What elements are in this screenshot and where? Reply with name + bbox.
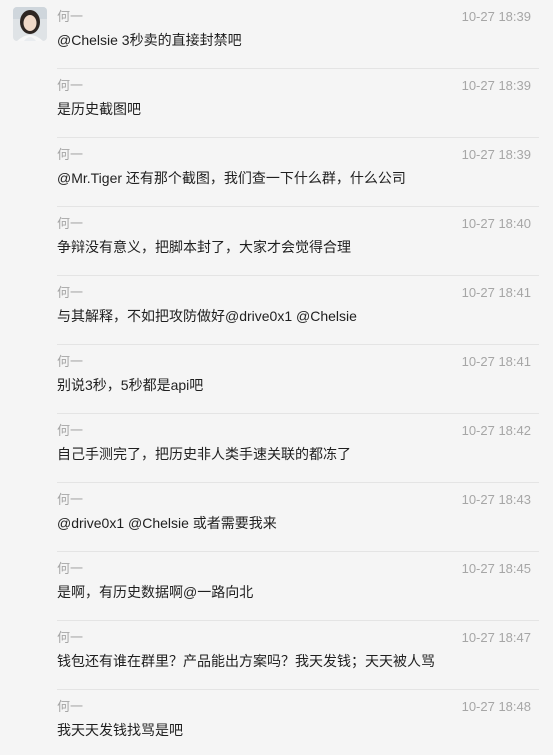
- message-text: 别说3秒，5秒都是api吧: [57, 377, 204, 393]
- message-item[interactable]: 何一 10-27 18:39 @Chelsie 3秒卖的直接封禁吧: [0, 0, 553, 69]
- message-text: @Mr.Tiger 还有那个截图，我们查一下什么群，什么公司: [57, 170, 406, 186]
- avatar[interactable]: [13, 7, 47, 41]
- message-item[interactable]: 何一 10-27 18:39 @Mr.Tiger 还有那个截图，我们查一下什么群…: [0, 138, 553, 207]
- message-text: 自己手测完了，把历史非人类手速关联的都冻了: [57, 446, 351, 462]
- message-timestamp: 10-27 18:43: [461, 492, 531, 507]
- message-timestamp: 10-27 18:41: [461, 285, 531, 300]
- message-timestamp: 10-27 18:40: [461, 216, 531, 231]
- chat-history: 何一 10-27 18:39 @Chelsie 3秒卖的直接封禁吧 何一 10-…: [0, 0, 553, 755]
- message-timestamp: 10-27 18:45: [461, 561, 531, 576]
- message-timestamp: 10-27 18:39: [461, 78, 531, 93]
- sender-name[interactable]: 何一: [57, 78, 83, 94]
- message-text: @Chelsie 3秒卖的直接封禁吧: [57, 32, 242, 48]
- message-text: 我天天发钱找骂是吧: [57, 722, 183, 738]
- message-item[interactable]: 何一 10-27 18:41 别说3秒，5秒都是api吧: [0, 345, 553, 414]
- sender-name[interactable]: 何一: [57, 354, 83, 370]
- message-timestamp: 10-27 18:48: [461, 699, 531, 714]
- message-text: 钱包还有谁在群里？产品能出方案吗？我天发钱；天天被人骂: [57, 653, 435, 669]
- message-item[interactable]: 何一 10-27 18:39 是历史截图吧: [0, 69, 553, 138]
- sender-name[interactable]: 何一: [57, 492, 83, 508]
- sender-name[interactable]: 何一: [57, 147, 83, 163]
- message-timestamp: 10-27 18:42: [461, 423, 531, 438]
- sender-name[interactable]: 何一: [57, 285, 83, 301]
- message-text: 与其解释，不如把攻防做好@drive0x1 @Chelsie: [57, 308, 357, 324]
- message-item[interactable]: 何一 10-27 18:45 是啊，有历史数据啊@一路向北: [0, 552, 553, 621]
- message-text: 是历史截图吧: [57, 101, 141, 117]
- message-timestamp: 10-27 18:39: [461, 9, 531, 24]
- sender-name[interactable]: 何一: [57, 9, 83, 25]
- message-item[interactable]: 何一 10-27 18:48 我天天发钱找骂是吧: [0, 690, 553, 755]
- sender-name[interactable]: 何一: [57, 699, 83, 715]
- sender-name[interactable]: 何一: [57, 423, 83, 439]
- message-item[interactable]: 何一 10-27 18:47 钱包还有谁在群里？产品能出方案吗？我天发钱；天天被…: [0, 621, 553, 690]
- message-timestamp: 10-27 18:39: [461, 147, 531, 162]
- message-item[interactable]: 何一 10-27 18:42 自己手测完了，把历史非人类手速关联的都冻了: [0, 414, 553, 483]
- message-item[interactable]: 何一 10-27 18:41 与其解释，不如把攻防做好@drive0x1 @Ch…: [0, 276, 553, 345]
- message-text: 是啊，有历史数据啊@一路向北: [57, 584, 254, 600]
- sender-name[interactable]: 何一: [57, 216, 83, 232]
- message-text: @drive0x1 @Chelsie 或者需要我来: [57, 515, 277, 531]
- sender-name[interactable]: 何一: [57, 630, 83, 646]
- message-item[interactable]: 何一 10-27 18:40 争辩没有意义，把脚本封了，大家才会觉得合理: [0, 207, 553, 276]
- sender-name[interactable]: 何一: [57, 561, 83, 577]
- message-text: 争辩没有意义，把脚本封了，大家才会觉得合理: [57, 239, 351, 255]
- message-timestamp: 10-27 18:47: [461, 630, 531, 645]
- message-item[interactable]: 何一 10-27 18:43 @drive0x1 @Chelsie 或者需要我来: [0, 483, 553, 552]
- avatar-photo-icon: [13, 7, 47, 41]
- message-timestamp: 10-27 18:41: [461, 354, 531, 369]
